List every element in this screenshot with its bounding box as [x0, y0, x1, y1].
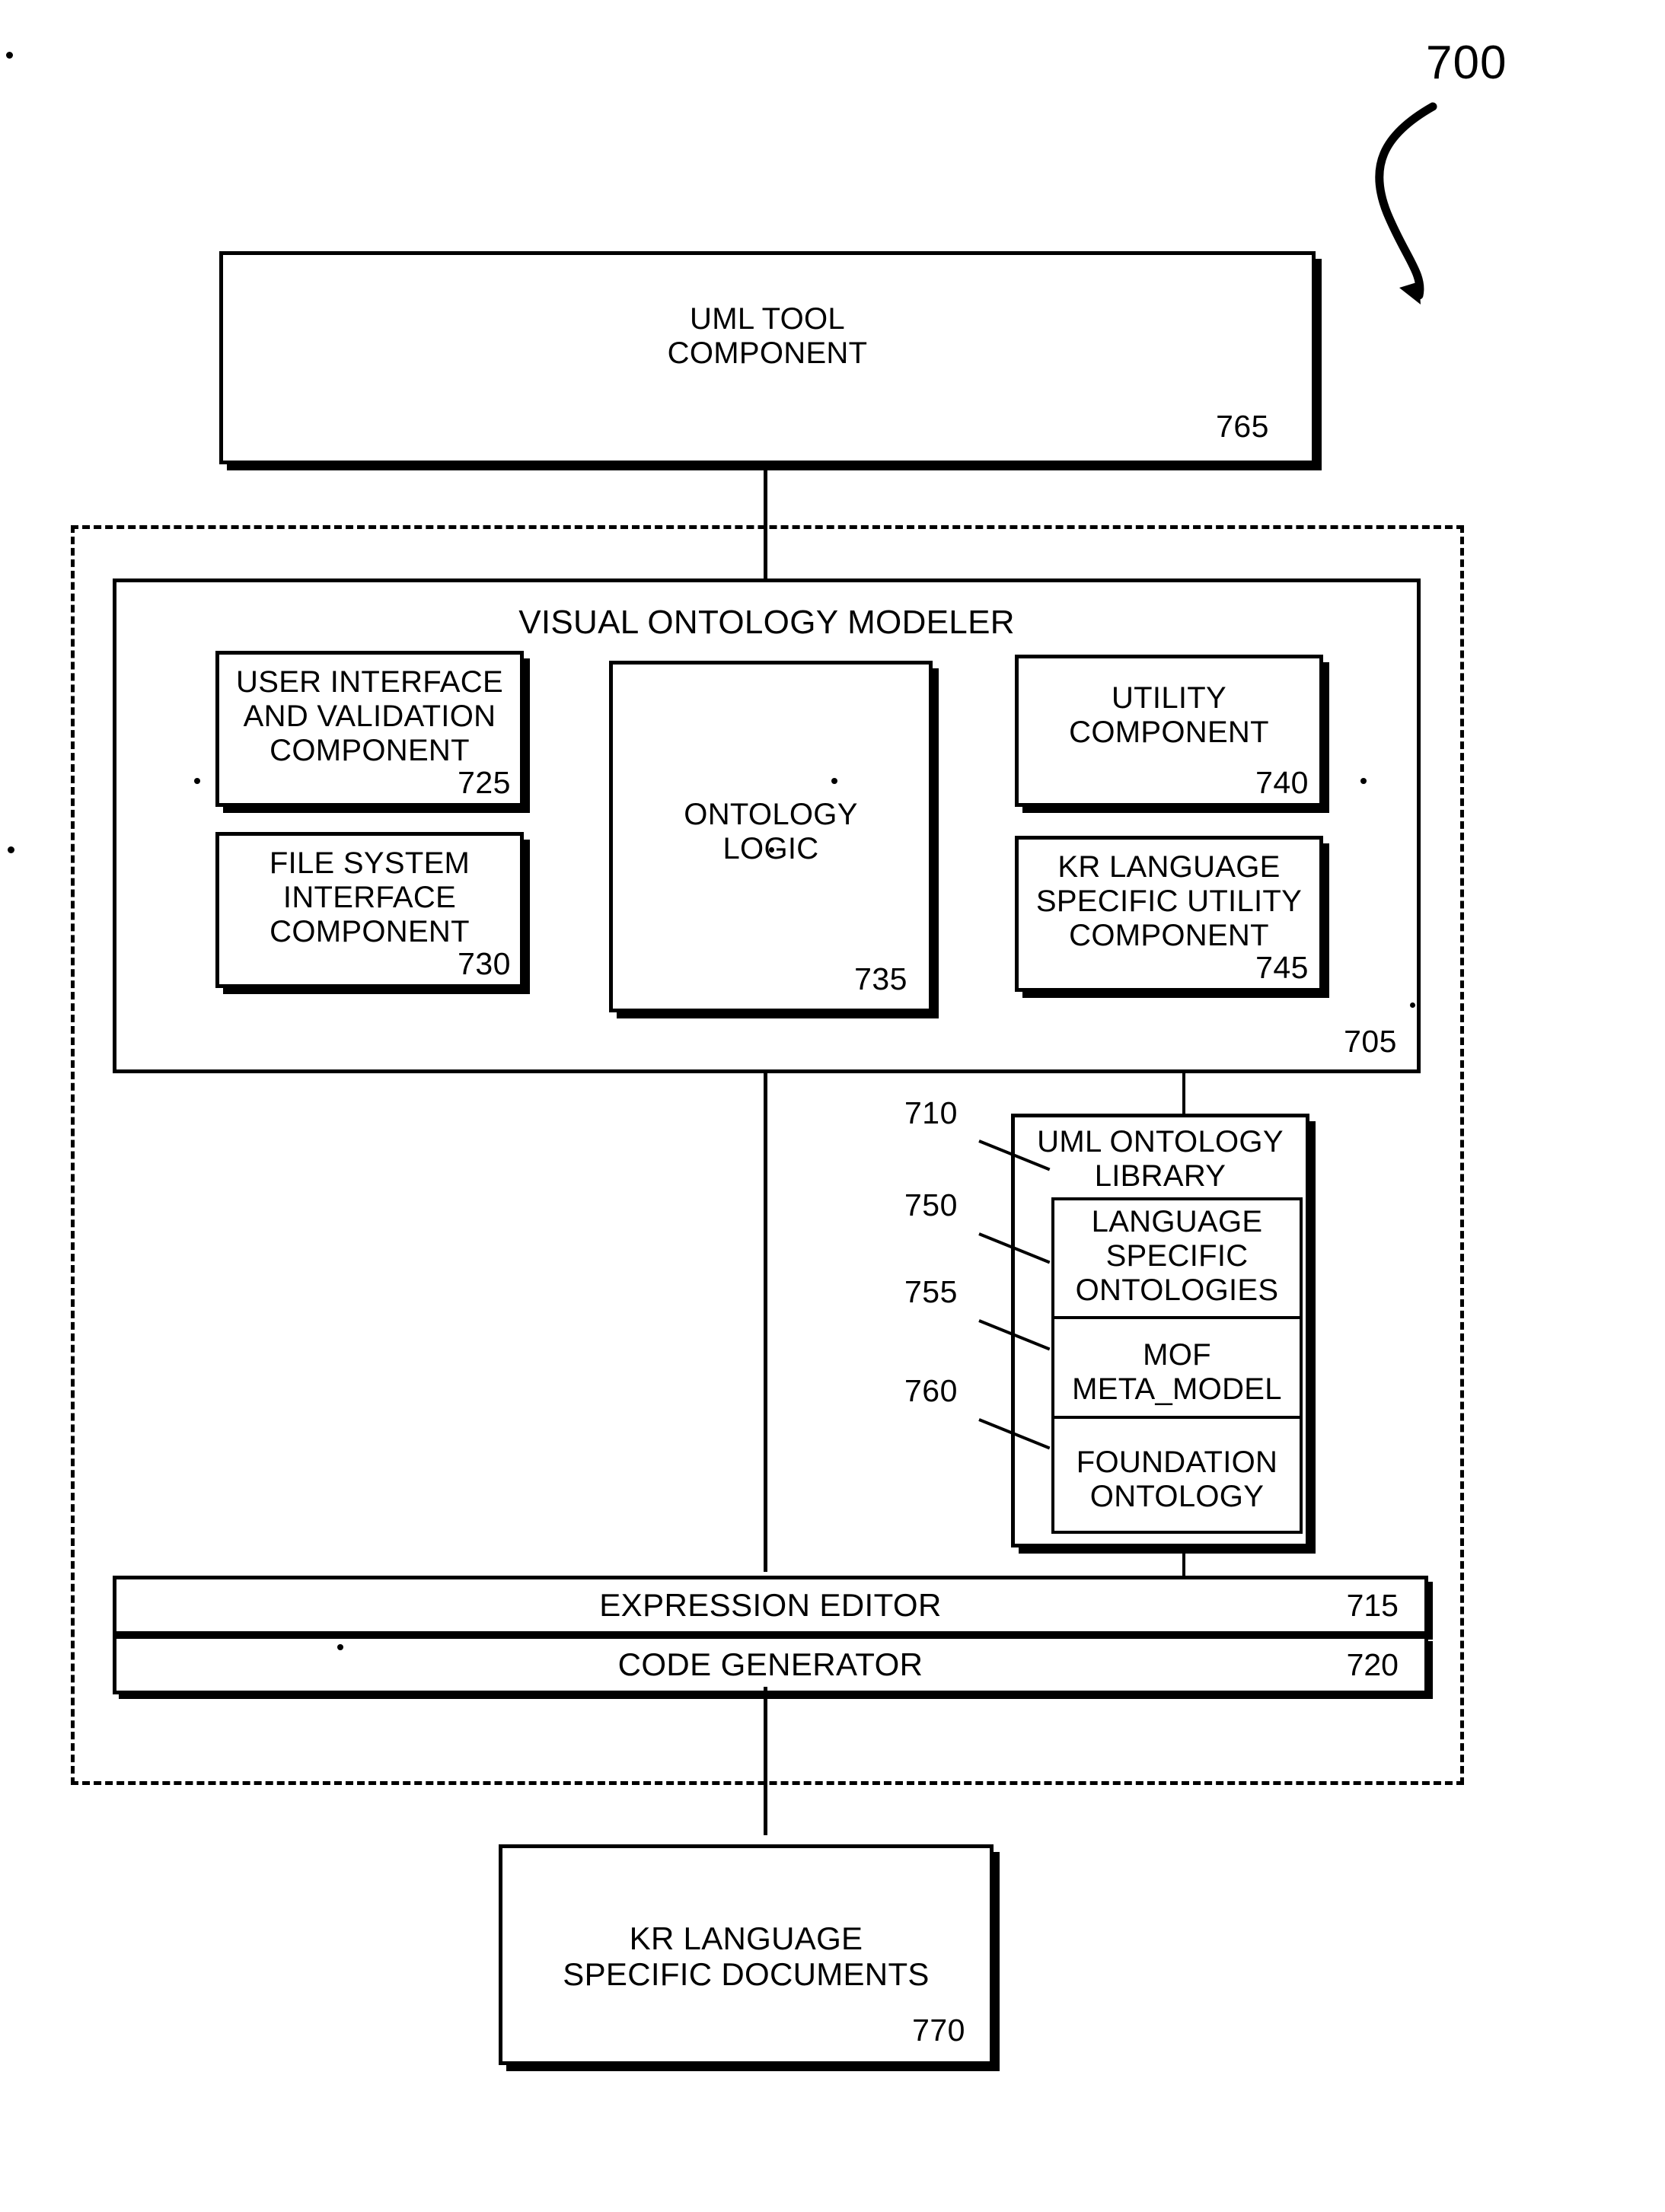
code-generator-ref: 720 — [1346, 1646, 1399, 1682]
user-interface-and-validation-component-label: USER INTERFACE AND VALIDATION COMPONENT — [236, 665, 503, 767]
code-generator-bar: CODE GENERATOR 720 — [113, 1635, 1428, 1694]
scan-speck — [337, 1644, 343, 1650]
kr-language-specific-documents-box: KR LANGUAGE SPECIFIC DOCUMENTS 770 — [499, 1844, 994, 2065]
kr-language-specific-documents-ref: 770 — [912, 2013, 965, 2048]
figure-number-label: 700 — [1426, 37, 1507, 89]
foundation-ontology-box: FOUNDATION ONTOLOGY — [1051, 1416, 1303, 1534]
ontology-logic-box: ONTOLOGY LOGIC 735 — [609, 661, 933, 1012]
ontology-logic-label: ONTOLOGY LOGIC — [684, 798, 858, 865]
kr-language-specific-utility-component-label: KR LANGUAGE SPECIFIC UTILITY COMPONENT — [1035, 850, 1303, 952]
connector-vom-to-expression-editor — [764, 1073, 767, 1572]
user-interface-and-validation-component-ref: 725 — [458, 765, 511, 800]
scan-speck — [194, 778, 200, 784]
scan-speck — [1360, 778, 1367, 784]
scan-speck — [8, 846, 14, 853]
uml-tool-component-label: UML TOOL COMPONENT — [667, 302, 868, 370]
language-specific-ontologies-box: LANGUAGE SPECIFIC ONTOLOGIES — [1051, 1197, 1303, 1319]
mof-meta-model-ref: 755 — [904, 1274, 958, 1309]
file-system-interface-component-label: FILE SYSTEM INTERFACE COMPONENT — [269, 846, 470, 948]
kr-language-specific-utility-component-box: KR LANGUAGE SPECIFIC UTILITY COMPONENT 7… — [1015, 836, 1323, 992]
scan-speck — [769, 847, 774, 853]
uml-ontology-library-box: UML ONTOLOGY LIBRARY LANGUAGE SPECIFIC O… — [1011, 1114, 1309, 1547]
scan-speck — [1410, 1002, 1415, 1008]
file-system-interface-component-box: FILE SYSTEM INTERFACE COMPONENT 730 — [215, 832, 524, 988]
ontology-logic-ref: 735 — [854, 961, 907, 996]
expression-editor-label: EXPRESSION EDITOR — [599, 1587, 942, 1623]
foundation-ontology-label: FOUNDATION ONTOLOGY — [1076, 1445, 1278, 1513]
scan-speck — [831, 778, 837, 784]
language-specific-ontologies-ref: 750 — [904, 1187, 958, 1222]
uml-tool-component-box: UML TOOL COMPONENT 765 — [219, 251, 1316, 464]
connector-library-to-expression-editor — [1182, 1547, 1185, 1578]
code-generator-label: CODE GENERATOR — [617, 1646, 923, 1682]
utility-component-ref: 740 — [1255, 765, 1309, 800]
figure-curved-pointer-arrow — [1375, 102, 1437, 304]
utility-component-box: UTILITY COMPONENT 740 — [1015, 655, 1323, 807]
kr-language-specific-utility-component-ref: 745 — [1255, 950, 1309, 985]
scan-speck — [6, 52, 13, 59]
utility-component-label: UTILITY COMPONENT — [1069, 681, 1269, 749]
foundation-ontology-ref: 760 — [904, 1373, 958, 1408]
language-specific-ontologies-label: LANGUAGE SPECIFIC ONTOLOGIES — [1075, 1205, 1279, 1307]
uml-ontology-library-ref: 710 — [904, 1095, 958, 1130]
patent-figure-700: 700 UML TOOL COMPONENT 765 VISUAL ONTOLO… — [0, 0, 1665, 2212]
expression-editor-bar: EXPRESSION EDITOR 715 — [113, 1576, 1428, 1635]
visual-ontology-modeler-ref: 705 — [1344, 1024, 1397, 1059]
mof-meta-model-box: MOF META_MODEL — [1051, 1316, 1303, 1419]
uml-ontology-library-label: UML ONTOLOGY LIBRARY — [1037, 1125, 1284, 1193]
file-system-interface-component-ref: 730 — [458, 946, 511, 981]
expression-editor-ref: 715 — [1346, 1587, 1399, 1623]
visual-ontology-modeler-label: VISUAL ONTOLOGY MODELER — [518, 604, 1015, 641]
user-interface-and-validation-component-box: USER INTERFACE AND VALIDATION COMPONENT … — [215, 651, 524, 807]
mof-meta-model-label: MOF META_MODEL — [1072, 1338, 1282, 1406]
uml-tool-component-ref: 765 — [1216, 409, 1269, 444]
connector-code-generator-to-documents — [764, 1687, 767, 1835]
kr-language-specific-documents-label: KR LANGUAGE SPECIFIC DOCUMENTS — [563, 1920, 930, 1993]
connector-vom-to-uml-ontology-library — [1182, 1073, 1185, 1117]
